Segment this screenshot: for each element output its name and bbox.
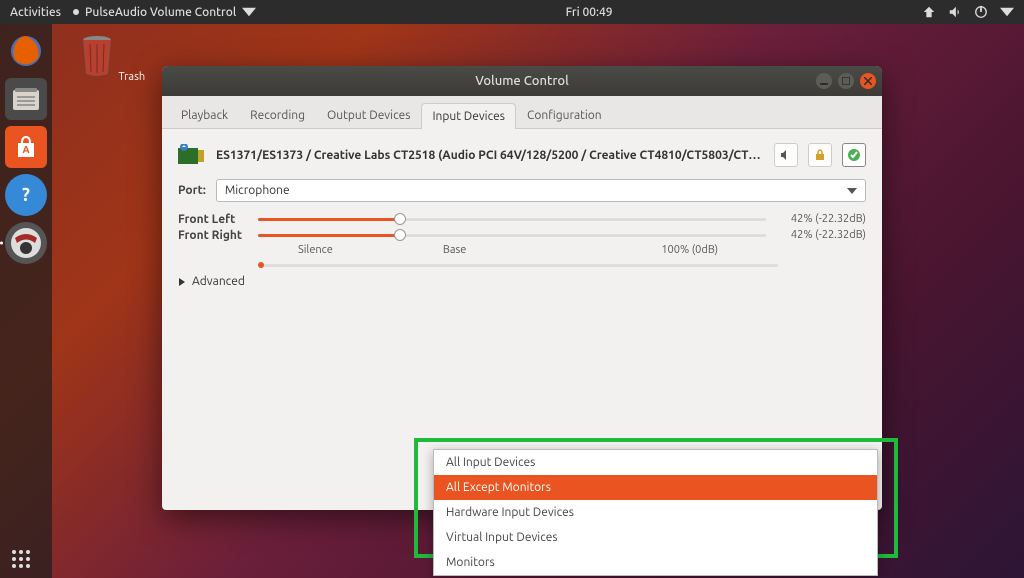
svg-text:?: ?: [22, 185, 30, 205]
clock[interactable]: Fri 00:49: [566, 6, 613, 19]
software-store-icon[interactable]: A: [5, 126, 47, 168]
advanced-expander[interactable]: Advanced: [178, 275, 866, 288]
maximize-button[interactable]: [838, 73, 854, 89]
device-name: ES1371/ES1373 / Creative Labs CT2518 (Au…: [216, 149, 764, 162]
pavucontrol-icon[interactable]: [5, 222, 47, 264]
vu-meter: [258, 264, 778, 267]
option-monitors[interactable]: Monitors: [434, 550, 877, 575]
port-row: Port: Microphone: [178, 179, 866, 202]
channel-front-right: Front Right 42% (-22.32dB): [178, 228, 866, 242]
close-button[interactable]: [860, 73, 876, 89]
activities-button[interactable]: Activities: [10, 6, 61, 19]
option-hardware-input-devices[interactable]: Hardware Input Devices: [434, 500, 877, 525]
chevron-down-icon[interactable]: [1000, 5, 1014, 19]
option-all-input-devices[interactable]: All Input Devices: [434, 450, 877, 475]
volume-control-window: Volume Control Playback Recording Output…: [162, 66, 882, 510]
network-icon[interactable]: [922, 5, 936, 19]
chevron-down-icon: [847, 186, 857, 196]
channel-front-left: Front Left 42% (-22.32dB): [178, 212, 866, 226]
device-row: ES1371/ES1373 / Creative Labs CT2518 (Au…: [178, 143, 866, 167]
launcher: A ?: [0, 24, 52, 578]
channel-label: Front Right: [178, 229, 248, 242]
app-menu[interactable]: PulseAudio Volume Control: [73, 5, 256, 19]
volume-slider-left[interactable]: [258, 212, 766, 226]
channels: Front Left 42% (-22.32dB) Front Right 42…: [178, 212, 866, 288]
volume-slider-right[interactable]: [258, 228, 766, 242]
advanced-label: Advanced: [192, 275, 245, 288]
chevron-right-icon: [178, 278, 186, 286]
channel-value: 42% (-22.32dB): [776, 213, 866, 225]
option-virtual-input-devices[interactable]: Virtual Input Devices: [434, 525, 877, 550]
set-default-button[interactable]: [842, 143, 866, 167]
tab-recording[interactable]: Recording: [239, 102, 316, 128]
app-indicator-icon: [73, 9, 79, 15]
trash-label: Trash: [119, 71, 146, 83]
port-value: Microphone: [225, 184, 290, 197]
minimize-button[interactable]: [816, 73, 832, 89]
sound-card-icon: [178, 144, 206, 166]
show-applications-icon[interactable]: [12, 550, 30, 568]
port-label: Port:: [178, 184, 206, 197]
tabs: Playback Recording Output Devices Input …: [162, 96, 882, 129]
help-icon[interactable]: ?: [5, 174, 47, 216]
tab-playback[interactable]: Playback: [170, 102, 239, 128]
content-area: ES1371/ES1373 / Creative Labs CT2518 (Au…: [162, 129, 882, 302]
channel-value: 42% (-22.32dB): [776, 229, 866, 241]
app-menu-label: PulseAudio Volume Control: [85, 6, 236, 19]
files-icon[interactable]: [5, 78, 47, 120]
window-title: Volume Control: [475, 74, 568, 88]
top-bar: Activities PulseAudio Volume Control Fri…: [0, 0, 1024, 24]
show-dropdown-popup: All Input Devices All Except Monitors Ha…: [433, 449, 878, 576]
tab-input-devices[interactable]: Input Devices: [421, 103, 516, 129]
mute-button[interactable]: [774, 143, 798, 167]
scale-labels: Silence Base 100% (0dB): [258, 244, 866, 256]
trash-desktop-icon[interactable]: Trash: [78, 34, 145, 83]
channel-label: Front Left: [178, 213, 248, 226]
option-all-except-monitors[interactable]: All Except Monitors: [434, 475, 877, 500]
firefox-icon[interactable]: [5, 30, 47, 72]
tab-output-devices[interactable]: Output Devices: [316, 102, 421, 128]
titlebar[interactable]: Volume Control: [162, 66, 882, 96]
power-icon[interactable]: [974, 5, 988, 19]
chevron-down-icon: [242, 5, 256, 19]
lock-channels-button[interactable]: [808, 143, 832, 167]
volume-icon[interactable]: [948, 5, 962, 19]
port-dropdown[interactable]: Microphone: [216, 179, 866, 202]
tab-configuration[interactable]: Configuration: [516, 102, 613, 128]
svg-text:A: A: [22, 144, 29, 155]
